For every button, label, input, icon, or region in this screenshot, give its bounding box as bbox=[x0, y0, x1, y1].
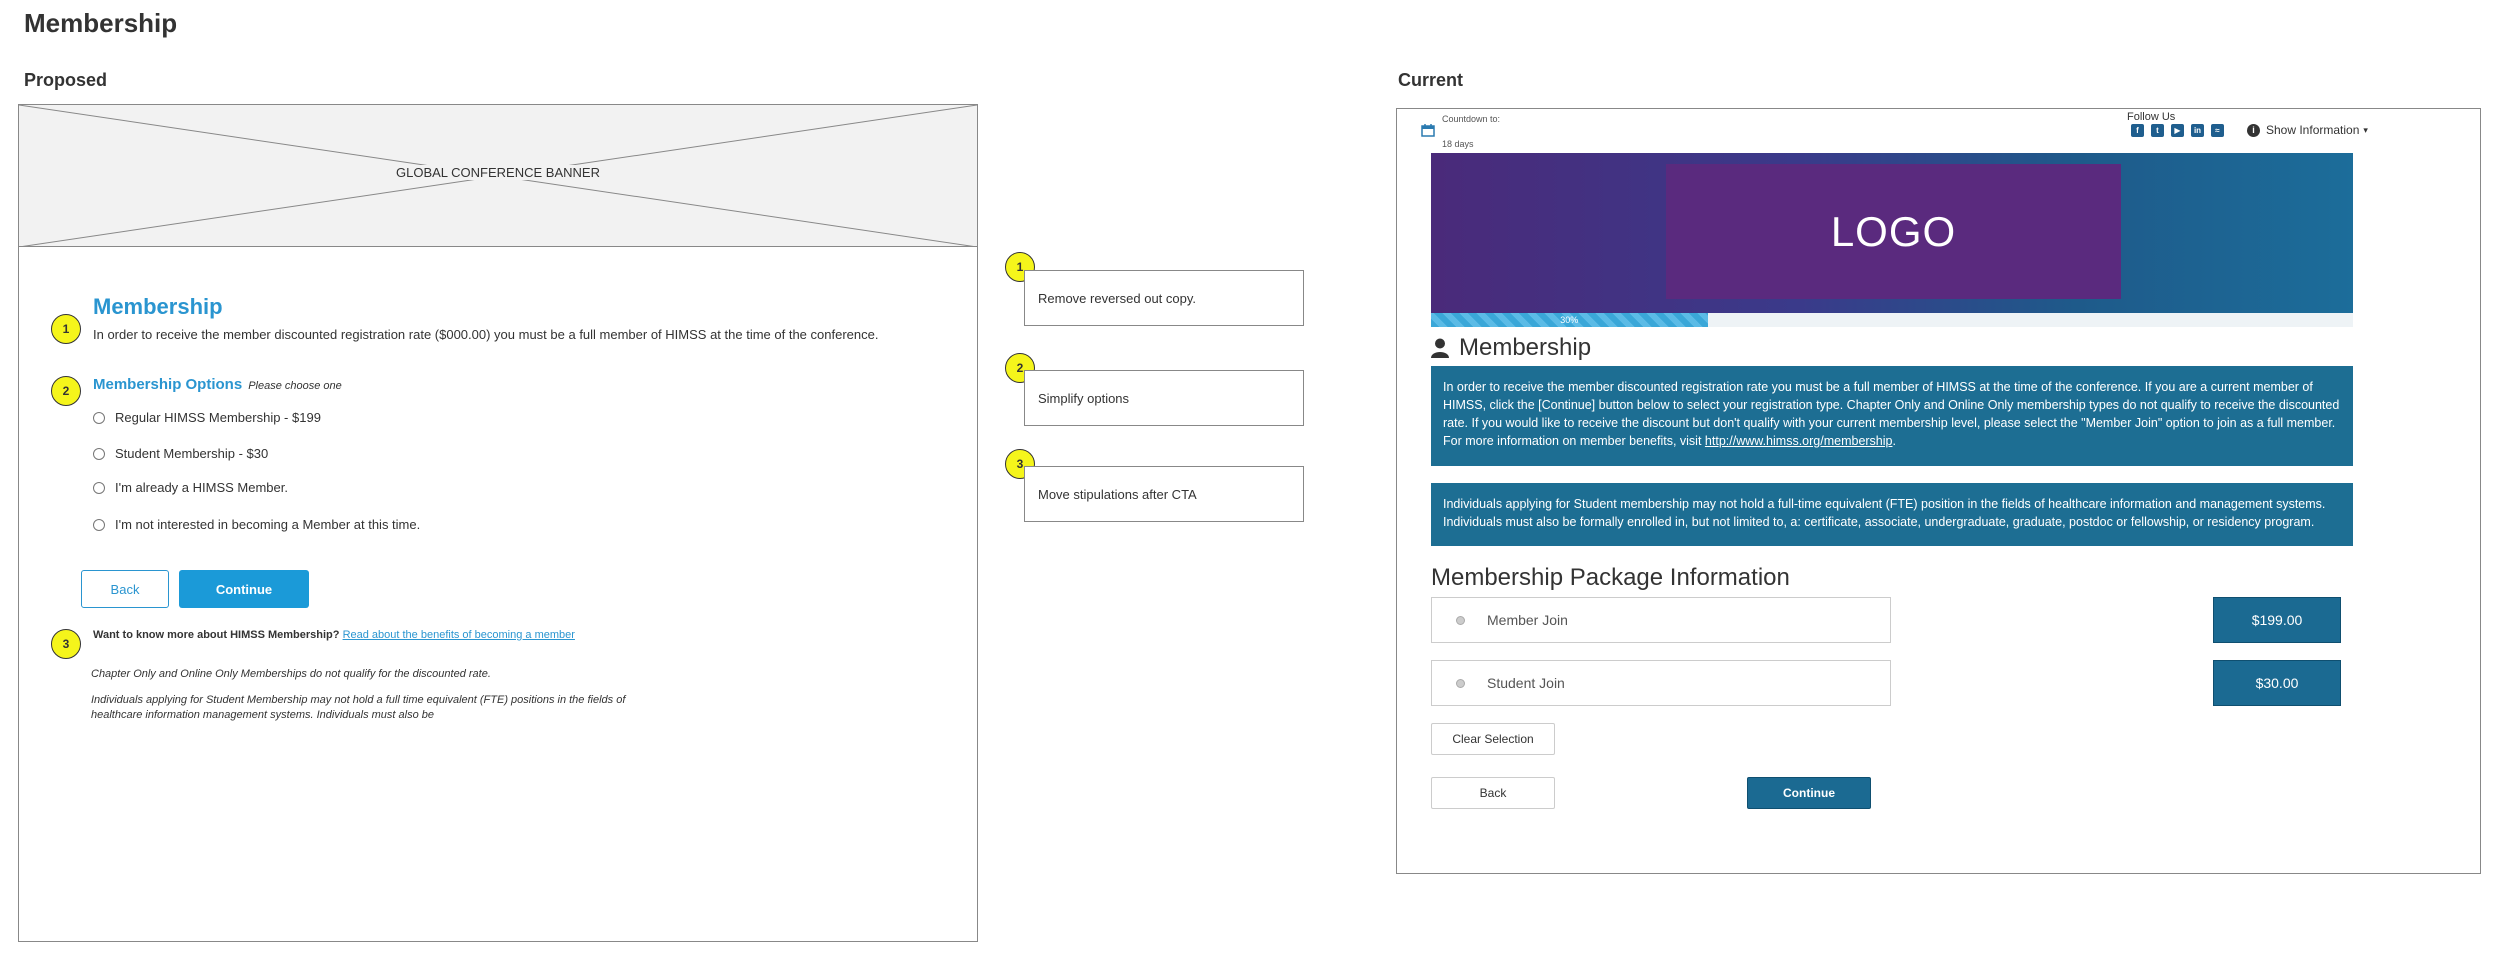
note-text: Remove reversed out copy. bbox=[1038, 290, 1196, 306]
option-label: Regular HIMSS Membership - $199 bbox=[115, 410, 321, 425]
package-label: Student Join bbox=[1487, 675, 1565, 691]
option-already-member[interactable]: I'm already a HIMSS Member. bbox=[93, 480, 288, 495]
current-membership-heading: Membership bbox=[1431, 334, 1591, 362]
radio-button[interactable] bbox=[1456, 615, 1465, 625]
membership-info-box: In order to receive the member discounte… bbox=[1431, 366, 2353, 466]
heading-text: Membership bbox=[1459, 334, 1592, 361]
price-member-join[interactable]: $199.00 bbox=[2213, 597, 2341, 643]
membership-heading: Membership bbox=[93, 294, 223, 319]
page-title: Membership bbox=[24, 8, 178, 38]
annotation-badge-1: 1 bbox=[51, 314, 81, 344]
radio-button[interactable] bbox=[93, 518, 105, 531]
note-text: Move stipulations after CTA bbox=[1038, 486, 1197, 502]
annotation-badge-3: 3 bbox=[51, 629, 81, 659]
countdown-label: Countdown to: bbox=[1442, 114, 1501, 124]
membership-options-label: Membership Options bbox=[93, 376, 243, 393]
stipulation-student: Individuals applying for Student Members… bbox=[91, 694, 626, 721]
youtube-icon[interactable]: ▶ bbox=[2171, 124, 2184, 137]
proposed-section-title: Proposed bbox=[24, 70, 108, 90]
show-information-toggle[interactable]: i Show Information ▾ bbox=[2247, 123, 2368, 137]
clear-selection-button[interactable]: Clear Selection bbox=[1431, 723, 1555, 755]
package-label: Member Join bbox=[1487, 612, 1568, 628]
membership-options-title: Membership Options Please choose one bbox=[93, 376, 342, 393]
membership-link[interactable]: http://www.himss.org/membership bbox=[1705, 434, 1893, 448]
learn-more-line: Want to know more about HIMSS Membership… bbox=[93, 629, 575, 641]
linkedin-icon[interactable]: in bbox=[2191, 124, 2204, 137]
student-info-text: Individuals applying for Student members… bbox=[1443, 497, 2326, 529]
package-heading: Membership Package Information bbox=[1431, 564, 1790, 591]
logo: LOGO bbox=[1666, 164, 2121, 299]
annotation-badge-2: 2 bbox=[51, 376, 81, 406]
user-icon bbox=[1431, 338, 1449, 358]
twitter-icon[interactable]: t bbox=[2151, 124, 2164, 137]
radio-button[interactable] bbox=[93, 481, 105, 494]
membership-info-text: In order to receive the member discounte… bbox=[1443, 380, 2340, 448]
countdown-value: 18 days bbox=[1442, 139, 1474, 149]
registration-progress: 30% bbox=[1431, 313, 2353, 327]
proposed-wireframe: GLOBAL CONFERENCE BANNER 1 Membership In… bbox=[18, 104, 978, 942]
note-move-stipulations: Move stipulations after CTA bbox=[1024, 466, 1304, 522]
progress-fill: 30% bbox=[1431, 313, 1708, 327]
price-student-join[interactable]: $30.00 bbox=[2213, 660, 2341, 706]
option-label: Student Membership - $30 bbox=[115, 446, 269, 461]
calendar-icon bbox=[1421, 123, 1435, 142]
back-button[interactable]: Back bbox=[81, 570, 169, 608]
social-icons: f t ▶ in ≈ bbox=[2131, 124, 2224, 137]
follow-us-label: Follow Us bbox=[2127, 111, 2176, 123]
radio-button[interactable] bbox=[1456, 678, 1465, 688]
student-info-box: Individuals applying for Student members… bbox=[1431, 483, 2353, 546]
current-screenshot: Countdown to: 18 days Follow Us f t ▶ in… bbox=[1396, 108, 2481, 874]
note-remove-reversed-copy: Remove reversed out copy. bbox=[1024, 270, 1304, 326]
note-text: Simplify options bbox=[1038, 390, 1130, 406]
info-icon: i bbox=[2247, 123, 2260, 137]
caret-down-icon: ▾ bbox=[2363, 124, 2368, 135]
note-simplify-options: Simplify options bbox=[1024, 370, 1304, 426]
facebook-icon[interactable]: f bbox=[2131, 124, 2144, 137]
continue-button[interactable]: Continue bbox=[179, 570, 309, 608]
membership-intro: In order to receive the member discounte… bbox=[93, 327, 879, 342]
option-label: I'm already a HIMSS Member. bbox=[115, 480, 288, 495]
option-regular-membership[interactable]: Regular HIMSS Membership - $199 bbox=[93, 410, 321, 425]
stipulation-chapter-only: Chapter Only and Online Only Memberships… bbox=[91, 668, 491, 680]
options-hint: Please choose one bbox=[248, 380, 342, 392]
option-student-membership[interactable]: Student Membership - $30 bbox=[93, 446, 268, 461]
option-label: I'm not interested in becoming a Member … bbox=[115, 517, 421, 532]
learn-more-text: Want to know more about HIMSS Membership… bbox=[93, 629, 340, 641]
package-option-member-join[interactable]: Member Join bbox=[1431, 597, 1891, 643]
radio-button[interactable] bbox=[93, 447, 105, 460]
current-back-button[interactable]: Back bbox=[1431, 777, 1555, 809]
show-information-label: Show Information bbox=[2266, 123, 2360, 137]
conference-banner-placeholder: GLOBAL CONFERENCE BANNER bbox=[19, 105, 977, 247]
benefits-link[interactable]: Read about the benefits of becoming a me… bbox=[343, 629, 575, 641]
banner-label: GLOBAL CONFERENCE BANNER bbox=[392, 165, 604, 180]
current-continue-button[interactable]: Continue bbox=[1747, 777, 1871, 809]
package-option-student-join[interactable]: Student Join bbox=[1431, 660, 1891, 706]
rss-icon[interactable]: ≈ bbox=[2211, 124, 2224, 137]
hero-banner: LOGO bbox=[1431, 153, 2353, 313]
option-not-interested[interactable]: I'm not interested in becoming a Member … bbox=[93, 517, 420, 532]
current-section-title: Current bbox=[1398, 70, 1464, 90]
radio-button[interactable] bbox=[93, 411, 105, 424]
